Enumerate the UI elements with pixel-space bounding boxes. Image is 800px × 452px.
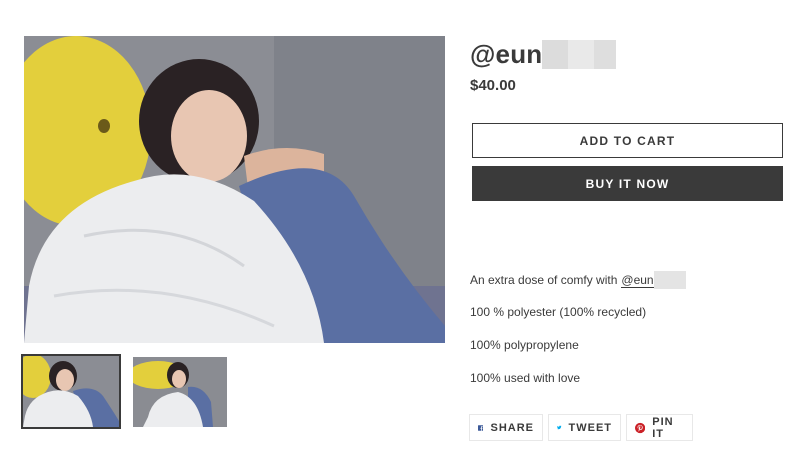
description-text: An extra dose of comfy with bbox=[470, 273, 618, 287]
thumbnail-photo bbox=[23, 356, 119, 427]
mention-link[interactable]: @eun bbox=[621, 273, 654, 288]
share-facebook-button[interactable]: SHARE bbox=[469, 414, 543, 441]
twitter-icon bbox=[557, 425, 562, 430]
share-twitter-label: TWEET bbox=[568, 421, 612, 434]
share-pinterest-label: PIN IT bbox=[652, 415, 674, 440]
share-facebook-label: SHARE bbox=[490, 421, 534, 434]
share-pinterest-button[interactable]: PIN IT bbox=[626, 414, 693, 441]
description-line-3: 100% polypropylene bbox=[470, 338, 579, 352]
add-to-cart-button[interactable]: ADD TO CART bbox=[472, 123, 783, 158]
thumbnail-photo bbox=[133, 357, 227, 427]
thumbnail-2[interactable] bbox=[133, 357, 227, 427]
redacted-mention-block bbox=[653, 271, 686, 289]
product-title: @eun bbox=[470, 38, 543, 69]
product-price: $40.00 bbox=[470, 77, 516, 94]
main-product-photo[interactable] bbox=[24, 36, 445, 343]
redacted-title-block bbox=[542, 39, 617, 69]
facebook-icon bbox=[478, 424, 484, 431]
description-line-2: 100 % polyester (100% recycled) bbox=[470, 305, 647, 319]
thumbnail-1-selected[interactable] bbox=[21, 354, 121, 429]
photo-person-with-pillow bbox=[24, 36, 445, 343]
product-title-row: @eun bbox=[470, 38, 617, 70]
description-line-4: 100% used with love bbox=[470, 371, 581, 385]
buy-it-now-button[interactable]: BUY IT NOW bbox=[472, 166, 783, 201]
pinterest-icon bbox=[635, 422, 646, 433]
share-twitter-button[interactable]: TWEET bbox=[548, 414, 621, 441]
description-line-1: An extra dose of comfy with @eun bbox=[470, 271, 686, 289]
